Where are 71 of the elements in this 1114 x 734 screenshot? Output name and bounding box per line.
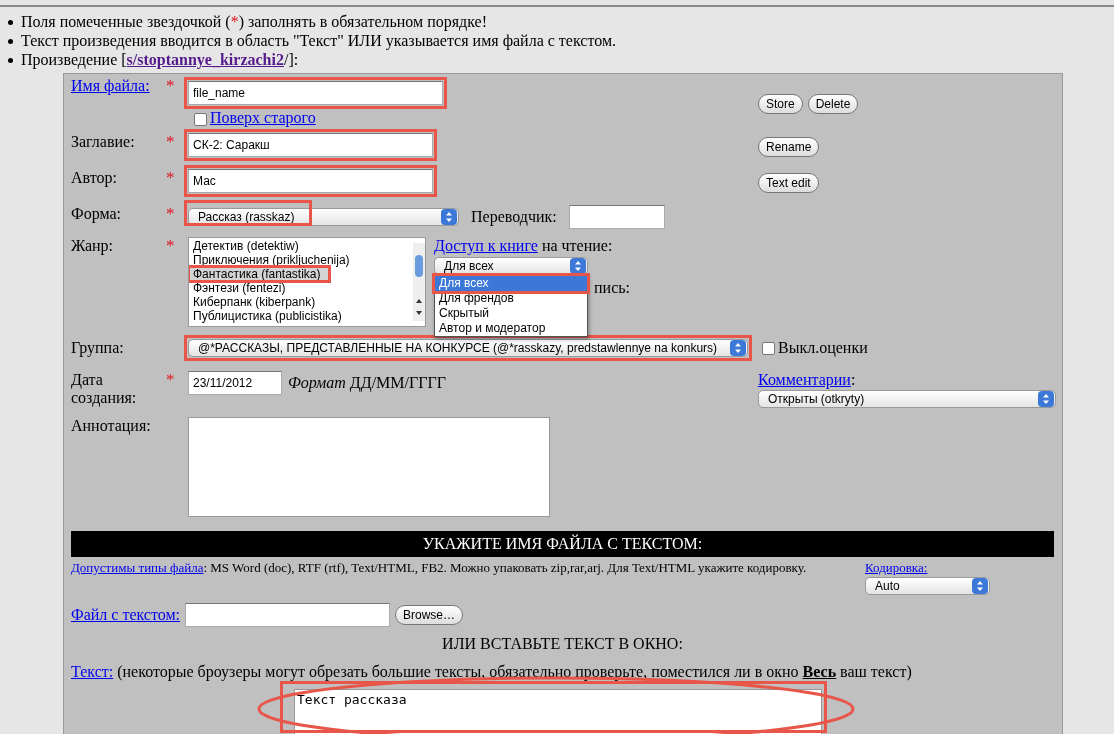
- select-arrows-icon: [441, 209, 457, 225]
- field-label: пись:: [594, 279, 630, 296]
- text-link[interactable]: Текст:: [71, 663, 114, 680]
- work-link[interactable]: s/stoptannye_kirzachi2: [126, 51, 284, 68]
- story-text-field[interactable]: Текст рассказа: [294, 689, 822, 734]
- date-field[interactable]: 23/11/2012: [188, 371, 282, 395]
- file-name-link[interactable]: Имя файла:: [71, 77, 166, 95]
- form-button[interactable]: Store: [758, 94, 803, 114]
- field-label: на чтение:: [541, 237, 613, 254]
- field-label: Автор:: [71, 169, 118, 187]
- note-text: Произведение [s/stoptannye_kirzachi2/]:: [21, 51, 299, 69]
- genre-option[interactable]: Детектив (detektiw): [189, 239, 407, 253]
- required-mark: *: [166, 237, 176, 255]
- field-label: Заглавие:: [71, 133, 136, 151]
- field-label: Группа:: [71, 339, 125, 357]
- form-button[interactable]: Rename: [758, 137, 820, 157]
- author-field[interactable]: Мас: [188, 169, 433, 193]
- section-heading: ИЛИ ВСТАВЬТЕ ТЕКСТ В ОКНО:: [441, 635, 684, 653]
- access-option[interactable]: Автор и модератор: [435, 321, 587, 336]
- genre-option[interactable]: Публицистика (publicistika): [189, 309, 407, 323]
- access-link[interactable]: Доступ к книге: [434, 237, 538, 254]
- field-label: Переводчик:: [471, 208, 557, 226]
- encoding-select[interactable]: Auto: [865, 577, 990, 595]
- select-arrows-icon: [730, 340, 746, 356]
- required-mark: *: [166, 205, 176, 223]
- overwrite-checkbox[interactable]: [194, 112, 207, 126]
- genre-option[interactable]: Фантастика (fantastika): [189, 267, 329, 281]
- file-link[interactable]: Файл с текстом:: [71, 606, 180, 624]
- select-arrows-icon: [570, 258, 586, 274]
- form-button[interactable]: Text edit: [758, 173, 819, 193]
- checkbox-label: Выкл.оценки: [778, 339, 868, 357]
- required-mark: *: [166, 133, 176, 151]
- select-arrows-icon: [1038, 391, 1054, 407]
- field-label: Дата создания:: [71, 371, 138, 407]
- group-select[interactable]: @*РАССКАЗЫ, ПРЕДСТАВЛЕННЫЕ НА КОНКУРСЕ (@*rasskazy, predstawlennye na konkurs): [188, 339, 748, 357]
- text-file-field[interactable]: [185, 603, 390, 627]
- access-option[interactable]: Скрытый: [435, 306, 587, 321]
- genre-option[interactable]: Фэнтези (fentezi): [189, 281, 407, 295]
- field-label: :: [850, 371, 856, 388]
- genre-option[interactable]: Приключения (prikljuchenija): [189, 253, 407, 267]
- select-arrows-icon: [972, 578, 988, 594]
- file-name-field[interactable]: file_name: [188, 81, 443, 105]
- field-label: Жанр:: [71, 237, 115, 255]
- access-option[interactable]: Для всех: [435, 276, 587, 291]
- bullet-icon: [8, 19, 13, 25]
- comments-select[interactable]: Открыты (otkryty): [758, 390, 1056, 408]
- required-mark: *: [166, 169, 176, 187]
- form-button[interactable]: Delete: [807, 94, 859, 114]
- field-label: Аннотация:: [71, 417, 152, 435]
- title-field[interactable]: СК-2: Саракш: [188, 133, 433, 157]
- genre-option[interactable]: Киберпанк (kiberpank): [189, 295, 407, 309]
- note-text: Поля помеченные звездочкой (*) заполнять в обязательном порядке!: [21, 13, 487, 31]
- translator-field[interactable]: [568, 205, 665, 229]
- format-hint: Формат ДД/ММ/ГГГГ: [288, 374, 446, 392]
- field-label: Форма:: [71, 205, 122, 223]
- required-mark: *: [166, 371, 176, 389]
- required-mark: *: [166, 77, 176, 95]
- text-note: Текст: (некоторые броузеры могут обрезать большие тексты, обязательно проверьте, поместился ли в окно Весь ваш текст): [71, 663, 912, 680]
- overwrite-link[interactable]: Поверх старого: [210, 109, 316, 126]
- browse-button[interactable]: Browse…: [395, 605, 464, 625]
- file-types-text: Допустимы типы файла: MS Word (doc), RTF (rtf), Text/HTML, FB2. Можно упаковать zip,rar,arj. Для Text/HTML укажите кодировку.: [71, 561, 808, 575]
- ratings-checkbox[interactable]: [762, 341, 775, 355]
- form-select[interactable]: Рассказ (rasskaz): [188, 208, 459, 226]
- comments-link[interactable]: Комментарии: [758, 371, 851, 388]
- annotation-field[interactable]: [188, 417, 550, 517]
- section-heading: УКАЖИТЕ ИМЯ ФАЙЛА С ТЕКСТОМ:: [71, 531, 1054, 557]
- note-text: Текст произведения вводится в область "Текст" ИЛИ указывается имя файла с текстом.: [21, 32, 616, 50]
- bullet-icon: [8, 57, 13, 63]
- genre-listbox[interactable]: Детектив (detektiw) Приключения (prikljuchenija) Фантастика (fantastika) Фэнтези (fentezi) Киберпанк (kiberpank) Публицистика (publicistika): [188, 237, 426, 327]
- encoding-link[interactable]: Кодировка:: [865, 560, 928, 575]
- bullet-icon: [8, 38, 13, 44]
